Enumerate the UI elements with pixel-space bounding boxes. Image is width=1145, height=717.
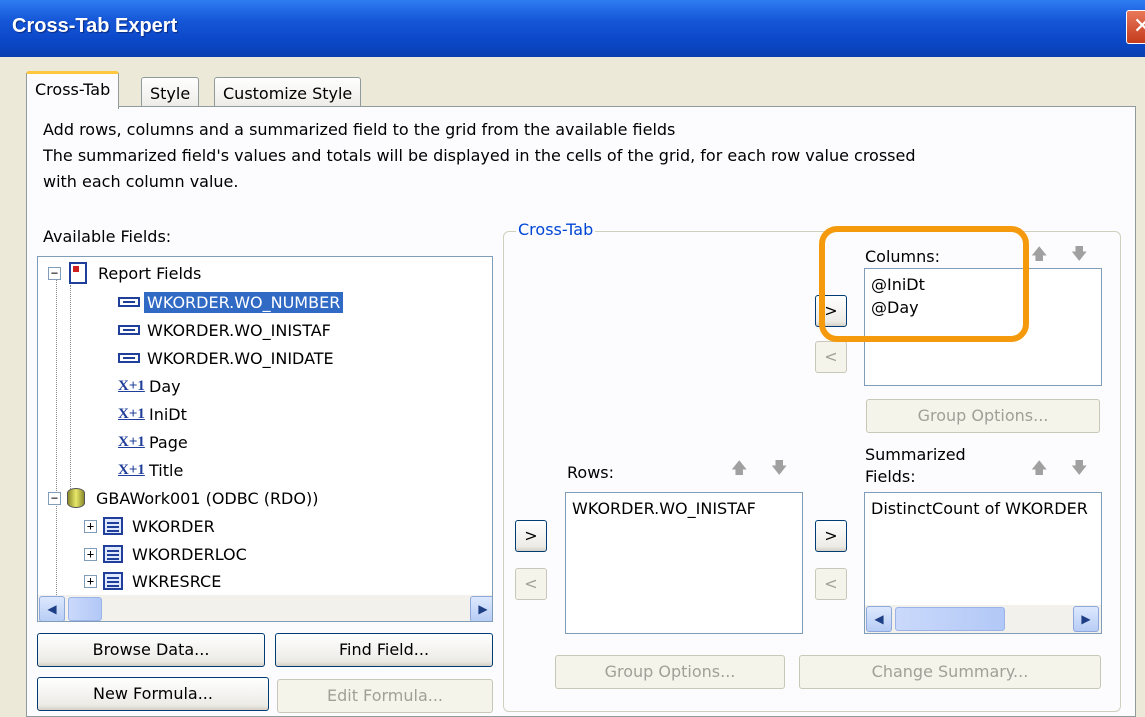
highlight-annotation	[819, 226, 1029, 342]
tree-item-label: WKORDERLOC	[132, 544, 247, 564]
scroll-right-button[interactable]: ▶	[470, 596, 492, 621]
collapse-icon[interactable]: −	[48, 491, 61, 505]
scroll-left-button[interactable]: ◀	[39, 596, 65, 621]
title-bar: Cross-Tab Expert ✕	[0, 0, 1145, 57]
table-icon	[103, 545, 123, 563]
tree-item-label: WKORDER.WO_INIDATE	[147, 348, 334, 368]
tree-item-datasource[interactable]: − GBAWork001 (ODBC (RDO))	[48, 484, 321, 512]
table-icon	[103, 517, 123, 535]
tree-item-wkorder[interactable]: + WKORDER	[84, 512, 218, 540]
move-up-icon[interactable]: 🡅	[731, 457, 747, 484]
remove-summary-button[interactable]: <	[815, 568, 847, 600]
description: Add rows, columns and a summarized field…	[43, 117, 916, 195]
tree-item-label: GBAWork001 (ODBC (RDO))	[96, 488, 319, 508]
tree-connector	[70, 285, 71, 497]
field-icon	[118, 325, 140, 335]
change-summary-button[interactable]: Change Summary...	[799, 655, 1101, 689]
summarized-fields-label: Summarized Fields:	[865, 444, 966, 488]
report-icon	[67, 262, 87, 284]
collapse-icon[interactable]: −	[48, 266, 61, 280]
list-item[interactable]: WKORDER.WO_INISTAF	[572, 497, 796, 520]
close-button[interactable]: ✕	[1126, 10, 1145, 44]
tree-item-report-fields[interactable]: − Report Fields	[48, 259, 204, 287]
available-fields-tree[interactable]: − Report Fields WKORDER.WO_NUMBER WKORDE…	[37, 256, 493, 622]
tree-horizontal-scrollbar[interactable]: ◀ ▶	[38, 595, 492, 621]
tree-item-wkresrce[interactable]: + WKRESRCE	[84, 567, 224, 595]
rows-list[interactable]: WKORDER.WO_INISTAF	[565, 492, 803, 634]
tree-item-label: WKORDER.WO_NUMBER	[142, 290, 345, 314]
move-up-icon[interactable]: 🡅	[1031, 457, 1047, 484]
tree-item-wo-inidate[interactable]: WKORDER.WO_INIDATE	[118, 344, 337, 372]
find-field-button[interactable]: Find Field...	[275, 633, 493, 667]
formula-icon: X+1	[118, 405, 145, 422]
move-down-icon[interactable]: 🡇	[1071, 243, 1087, 270]
tree-item-day[interactable]: X+1 Day	[118, 372, 184, 400]
tab-cross-tab[interactable]: Cross-Tab	[26, 71, 120, 109]
formula-icon: X+1	[118, 461, 145, 478]
horizontal-scroll-thumb[interactable]	[68, 597, 102, 621]
tree-item-label: WKRESRCE	[132, 571, 222, 591]
summarized-label-line-1: Summarized	[865, 445, 966, 464]
tree-item-wo-inistaf[interactable]: WKORDER.WO_INISTAF	[118, 316, 334, 344]
tree-item-label: Day	[149, 376, 181, 396]
tree-item-wo-number[interactable]: WKORDER.WO_NUMBER	[118, 288, 345, 316]
move-down-icon[interactable]: 🡇	[1071, 457, 1087, 484]
move-down-icon[interactable]: 🡇	[771, 457, 787, 484]
description-line-1: Add rows, columns and a summarized field…	[43, 120, 676, 139]
description-line-2: The summarized field's values and totals…	[43, 146, 916, 165]
tree-item-wkorderloc[interactable]: + WKORDERLOC	[84, 540, 250, 568]
tree-connector	[56, 271, 57, 621]
list-item[interactable]: DistinctCount of WKORDER	[865, 493, 1101, 524]
field-icon	[118, 353, 140, 363]
edit-formula-button[interactable]: Edit Formula...	[277, 679, 493, 713]
move-up-icon[interactable]: 🡅	[1031, 243, 1047, 270]
tree-item-label: Report Fields	[98, 263, 202, 283]
formula-icon: X+1	[118, 433, 145, 450]
tree-item-label: WKORDER.WO_INISTAF	[147, 320, 331, 340]
tree-item-label: WKORDER	[132, 516, 215, 536]
remove-row-button[interactable]: <	[515, 568, 547, 600]
tree-item-page[interactable]: X+1 Page	[118, 428, 191, 456]
cross-tab-legend: Cross-Tab	[516, 220, 596, 239]
tree-item-label: Page	[149, 432, 188, 452]
field-icon	[118, 297, 140, 307]
new-formula-button[interactable]: New Formula...	[37, 677, 269, 711]
database-icon	[67, 488, 85, 508]
browse-data-button[interactable]: Browse Data...	[37, 633, 265, 667]
table-icon	[103, 572, 123, 590]
rows-label: Rows:	[567, 463, 614, 482]
available-fields-label: Available Fields:	[43, 227, 172, 246]
horizontal-scroll-thumb[interactable]	[895, 607, 1005, 631]
tab-style[interactable]: Style	[141, 77, 200, 108]
tree-item-label: Title	[149, 460, 184, 480]
column-group-options-button[interactable]: Group Options...	[866, 399, 1100, 433]
summarized-horizontal-scrollbar[interactable]: ◀ ▶	[865, 605, 1101, 633]
scroll-right-button[interactable]: ▶	[1073, 606, 1099, 632]
scroll-left-button[interactable]: ◀	[866, 606, 892, 632]
add-summary-button[interactable]: >	[815, 520, 847, 552]
expand-icon[interactable]: +	[84, 547, 97, 561]
expand-icon[interactable]: +	[84, 574, 97, 588]
tab-customize-style[interactable]: Customize Style	[214, 77, 362, 108]
add-row-button[interactable]: >	[515, 520, 547, 552]
window-title: Cross-Tab Expert	[12, 15, 178, 37]
tree-item-inidt[interactable]: X+1 IniDt	[118, 400, 190, 428]
summarized-label-line-2: Fields:	[865, 467, 916, 486]
tree-item-label: IniDt	[149, 404, 187, 424]
formula-icon: X+1	[118, 377, 145, 394]
tree-item-title[interactable]: X+1 Title	[118, 456, 186, 484]
remove-column-button[interactable]: <	[815, 341, 847, 373]
expand-icon[interactable]: +	[84, 519, 97, 533]
description-line-3: with each column value.	[43, 172, 239, 191]
summarized-fields-list[interactable]: DistinctCount of WKORDER ◀ ▶	[864, 492, 1102, 634]
row-group-options-button[interactable]: Group Options...	[555, 655, 785, 689]
